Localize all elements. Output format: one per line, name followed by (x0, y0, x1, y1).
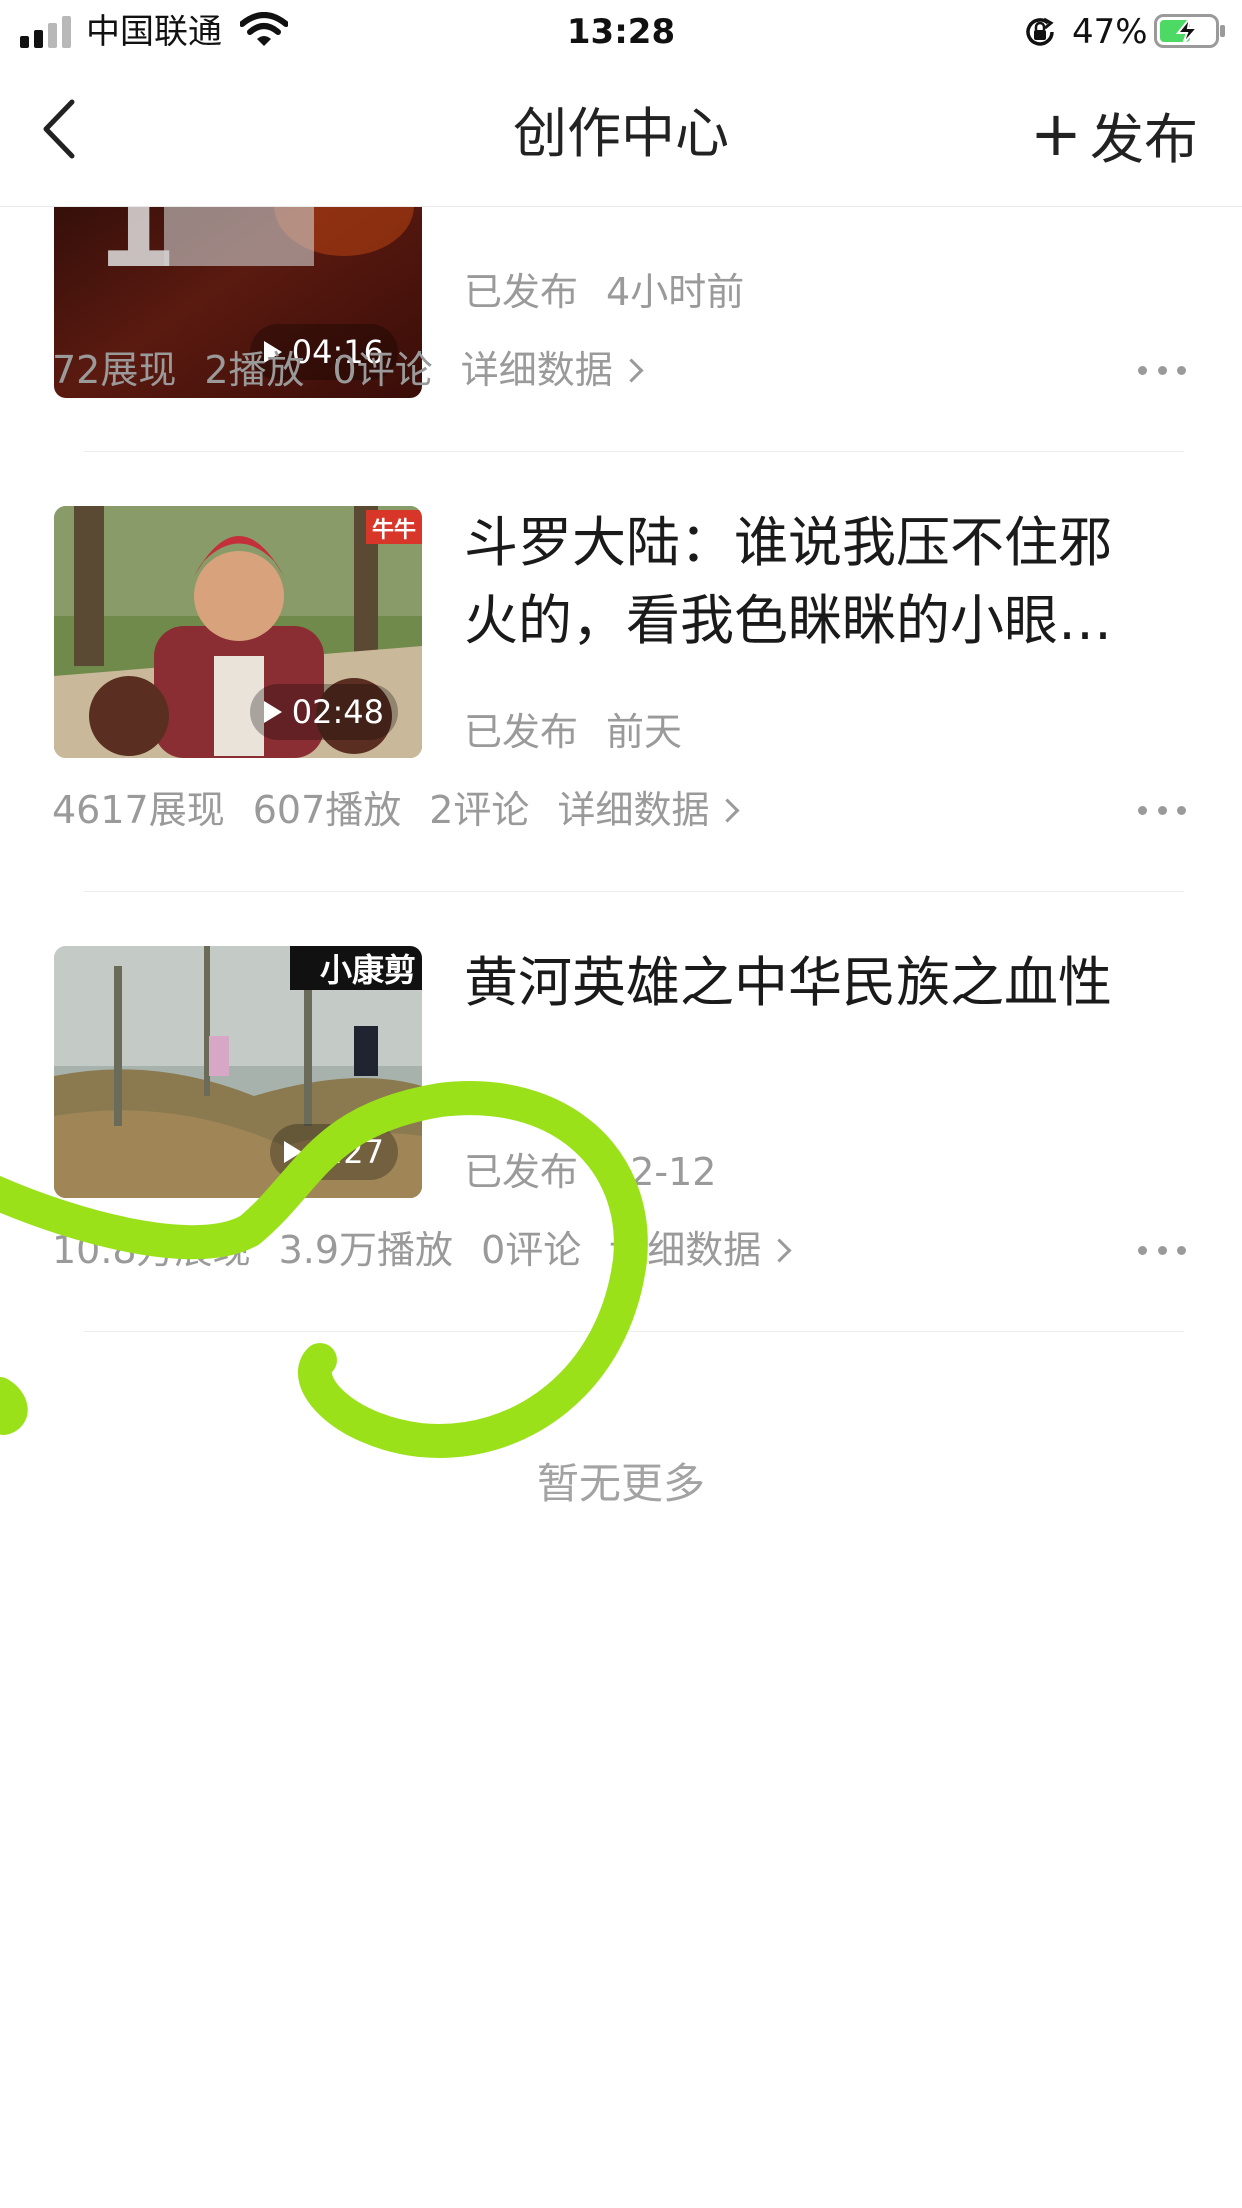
no-more-text: 暂无更多 (536, 1459, 705, 1508)
publish-status: 已发布 (464, 710, 579, 754)
views-count: 72展现 (52, 348, 177, 392)
detail-data-link[interactable]: 详细数据 (609, 1226, 792, 1274)
detail-data-link[interactable]: 详细数据 (460, 346, 644, 394)
duration-badge: 02:48 (249, 684, 398, 740)
battery-percent: 47% (1072, 12, 1148, 52)
publish-button[interactable]: + 发布 (1030, 97, 1198, 171)
divider (84, 891, 1184, 892)
comments-count: 2评论 (429, 788, 530, 832)
more-options-icon[interactable] (1138, 366, 1186, 378)
orientation-lock-icon (1026, 17, 1054, 46)
publish-meta: 已发布 02-12 (464, 1148, 716, 1196)
video-list[interactable]: 1 04:16 已发布 4小时前 72展现 2播放 0评论 详细数据 牛牛 02… (0, 206, 1242, 2208)
divider (84, 451, 1184, 452)
publish-status: 已发布 (464, 270, 579, 314)
detail-data-link[interactable]: 详细数据 (557, 786, 740, 834)
views-count: 4617展现 (52, 788, 225, 832)
play-icon (263, 701, 282, 723)
video-thumbnail[interactable]: 牛牛 02:48 (54, 506, 422, 758)
plus-icon: + (1030, 97, 1082, 170)
chevron-right-icon (619, 357, 644, 383)
publish-time: 4小时前 (606, 270, 745, 314)
chevron-right-icon (767, 1237, 792, 1263)
video-title[interactable]: 斗罗大陆：谁说我压不住邪火的，看我色眯眯的小眼… (464, 504, 1164, 660)
detail-label: 详细数据 (609, 1228, 762, 1272)
plays-count: 3.9万播放 (278, 1228, 454, 1272)
video-title[interactable]: 黄河英雄之中华民族之血性 (464, 944, 1164, 1022)
stats-row: 10.8万展现 3.9万播放 0评论 详细数据 (52, 1226, 816, 1274)
play-icon (284, 1141, 303, 1163)
duration-text: 02:48 (291, 693, 384, 731)
video-thumbnail[interactable]: 小康剪 5:27 (54, 946, 422, 1198)
chevron-right-icon (715, 797, 740, 823)
thumbnail-badge: 小康剪 (319, 951, 416, 989)
status-bar: 中国联通 13:28 47% (0, 0, 1242, 64)
publish-time: 前天 (606, 710, 683, 754)
detail-label: 详细数据 (460, 348, 613, 392)
thumbnail-badge: 牛牛 (371, 518, 416, 543)
more-options-icon[interactable] (1138, 806, 1186, 818)
divider (84, 1331, 1184, 1332)
comments-count: 0评论 (481, 1228, 582, 1272)
nav-bar: 创作中心 + 发布 (0, 64, 1242, 207)
plays-count: 607播放 (252, 788, 402, 832)
publish-meta: 已发布 4小时前 (464, 268, 744, 316)
publish-label: 发布 (1090, 107, 1198, 171)
comments-count: 0评论 (332, 348, 433, 392)
publish-meta: 已发布 前天 (464, 708, 682, 756)
duration-text: 5:27 (312, 1133, 384, 1171)
detail-label: 详细数据 (557, 788, 710, 832)
views-count: 10.8万展现 (52, 1228, 251, 1272)
plays-count: 2播放 (204, 348, 305, 392)
battery-charging-icon (1154, 14, 1225, 48)
publish-status: 已发布 (464, 1150, 579, 1194)
stats-row: 4617展现 607播放 2评论 详细数据 (52, 786, 764, 834)
more-options-icon[interactable] (1138, 1246, 1186, 1258)
stats-row: 72展现 2播放 0评论 详细数据 (52, 346, 668, 394)
publish-time: 02-12 (606, 1150, 717, 1194)
duration-badge: 5:27 (270, 1124, 398, 1180)
